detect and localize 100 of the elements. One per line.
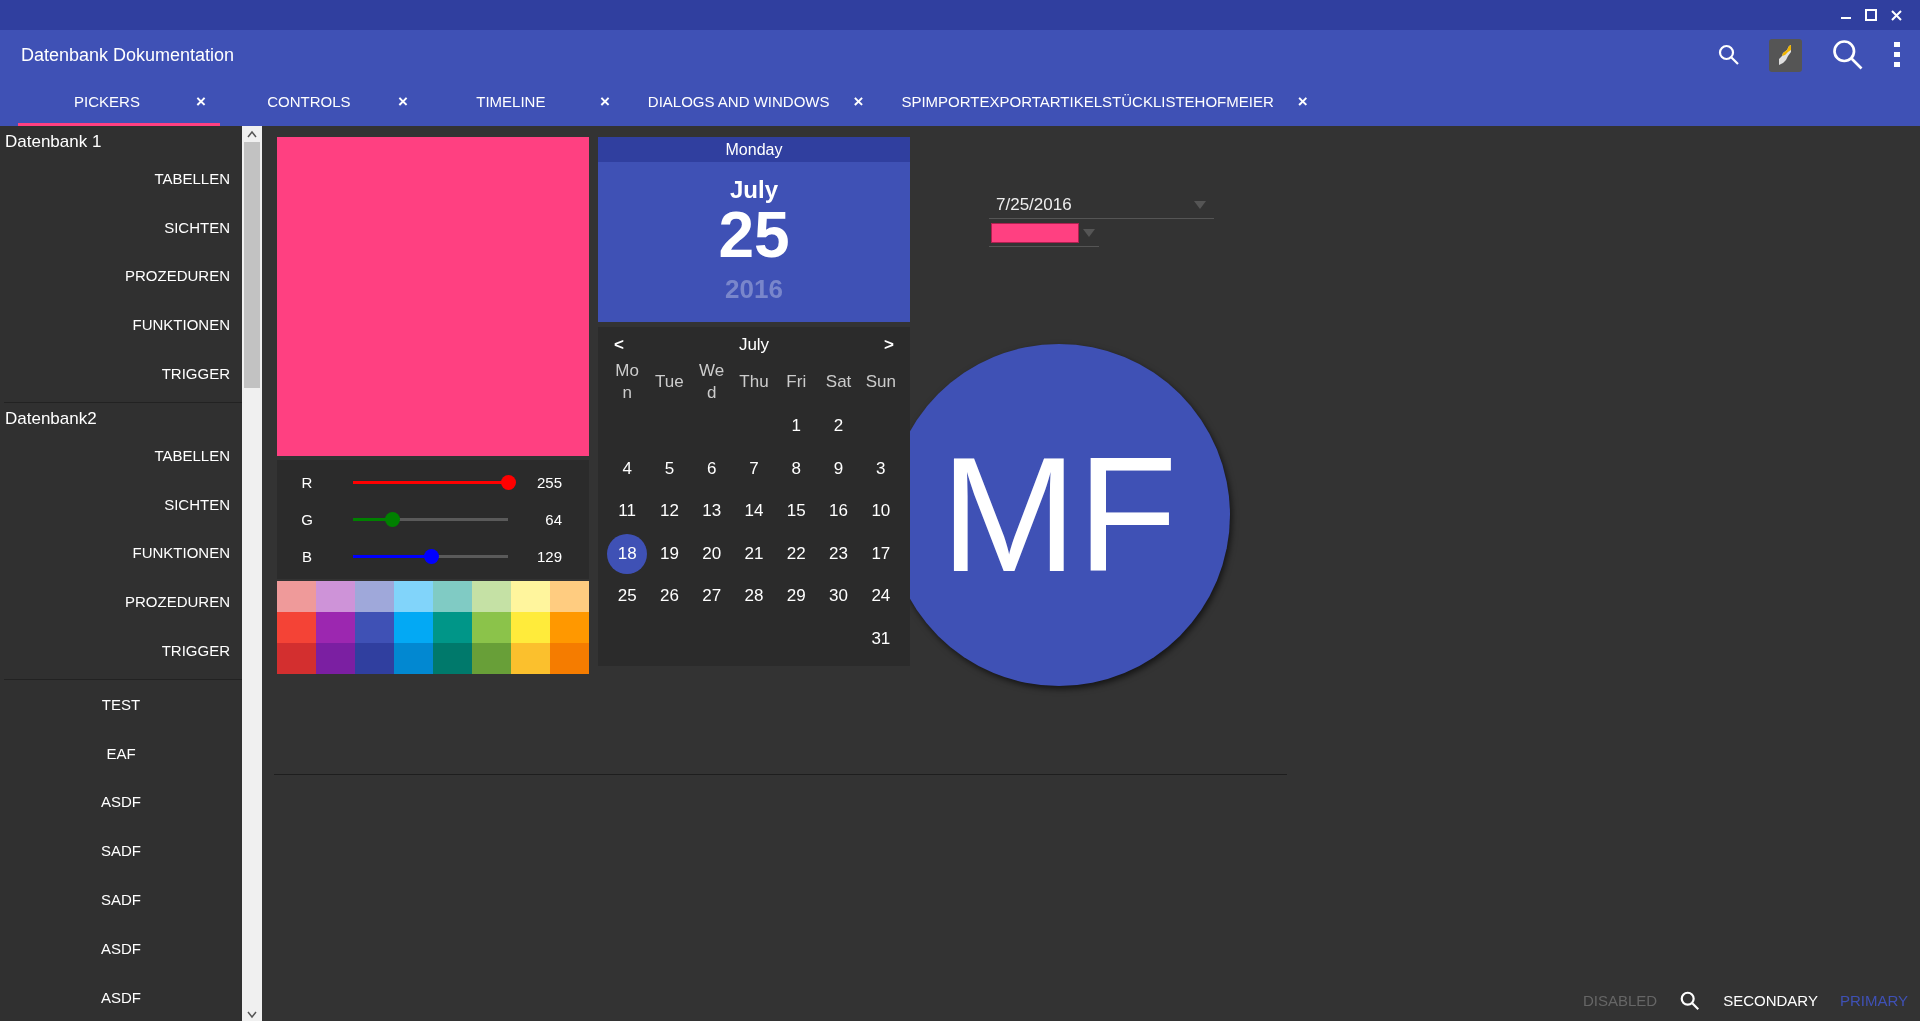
color-swatch[interactable]	[316, 643, 355, 674]
more-icon[interactable]	[1894, 42, 1900, 68]
calendar-day[interactable]: 11	[607, 491, 648, 532]
calendar-day[interactable]: 13	[691, 491, 732, 532]
sidebar-item[interactable]: TABELLEN	[154, 169, 230, 187]
color-swatch[interactable]	[316, 612, 355, 643]
sidebar-item[interactable]: ASDF	[101, 939, 141, 957]
calendar-day[interactable]: 4	[607, 448, 648, 489]
calendar-day[interactable]: 9	[818, 448, 859, 489]
color-swatch[interactable]	[550, 581, 589, 612]
tab-close[interactable]: ×	[397, 91, 408, 112]
slider-thumb[interactable]	[384, 512, 400, 527]
calendar-day[interactable]: 25	[607, 576, 648, 617]
color-swatch[interactable]	[433, 643, 472, 674]
calendar-day[interactable]: 24	[860, 576, 901, 617]
date-field[interactable]: 7/25/2016	[989, 191, 1214, 219]
calendar-day[interactable]: 28	[734, 576, 774, 617]
calendar-day[interactable]: 1	[776, 406, 817, 447]
scrollbar[interactable]	[242, 126, 262, 1021]
calendar-day[interactable]: 18	[607, 533, 648, 574]
sidebar-item[interactable]: TRIGGER	[161, 642, 230, 660]
tab-close[interactable]: ×	[196, 91, 206, 112]
sidebar-item[interactable]: TABELLEN	[154, 446, 230, 464]
sidebar-item[interactable]: PROZEDUREN	[125, 267, 230, 285]
calendar-day[interactable]: 8	[776, 448, 817, 489]
sidebar-item[interactable]: SICHTEN	[164, 495, 230, 513]
search-button[interactable]	[1679, 989, 1702, 1012]
color-swatch[interactable]	[550, 612, 589, 643]
scroll-up-icon[interactable]	[247, 130, 257, 138]
search-icon[interactable]	[1717, 43, 1741, 67]
color-swatch[interactable]	[511, 643, 550, 674]
color-swatch[interactable]	[511, 581, 550, 612]
calendar-day[interactable]: 29	[776, 576, 817, 617]
color-swatch[interactable]	[277, 643, 316, 674]
calendar-day[interactable]: 19	[649, 533, 690, 574]
calendar-day[interactable]: 30	[818, 576, 859, 617]
calendar-day[interactable]: 21	[734, 533, 774, 574]
color-swatch[interactable]	[355, 581, 394, 612]
color-swatch[interactable]	[394, 643, 433, 674]
scroll-thumb[interactable]	[244, 142, 260, 388]
color-swatch[interactable]	[511, 612, 550, 643]
tab[interactable]: CONTROLS ×	[219, 80, 422, 126]
sidebar-item[interactable]: SADF	[101, 891, 141, 909]
tab-close[interactable]: ×	[1297, 91, 1308, 112]
color-swatch[interactable]	[472, 643, 511, 674]
color-swatch[interactable]	[355, 643, 394, 674]
calendar-day[interactable]: 15	[776, 491, 817, 532]
sidebar-item[interactable]: SICHTEN	[164, 218, 230, 236]
color-swatch[interactable]	[550, 643, 589, 674]
color-swatch[interactable]	[277, 612, 316, 643]
calendar-day[interactable]: 6	[691, 448, 732, 489]
close-icon[interactable]	[1891, 9, 1902, 21]
slider-thumb[interactable]	[501, 475, 516, 490]
calendar-day[interactable]: 5	[649, 448, 690, 489]
sidebar-item[interactable]: TRIGGER	[161, 365, 230, 383]
maximize-icon[interactable]	[1865, 9, 1877, 21]
color-swatch[interactable]	[472, 612, 511, 643]
color-swatch[interactable]	[472, 581, 511, 612]
color-swatch[interactable]	[316, 581, 355, 612]
app-logo-icon[interactable]	[1769, 38, 1802, 72]
sidebar-item[interactable]: PROZEDUREN	[125, 593, 230, 611]
calendar-day[interactable]: 2	[818, 406, 859, 447]
sidebar-item[interactable]: EAF	[106, 744, 136, 762]
color-swatch[interactable]	[394, 612, 433, 643]
calendar-day[interactable]: 27	[691, 576, 732, 617]
calendar-day[interactable]: 22	[776, 533, 817, 574]
sidebar-item[interactable]: TEST	[101, 695, 141, 713]
tab[interactable]: DIALOGS AND WINDOWS ×	[623, 80, 878, 126]
color-swatch[interactable]	[355, 612, 394, 643]
calendar-day[interactable]: 10	[860, 491, 901, 532]
calendar-day[interactable]: 20	[691, 533, 732, 574]
color-swatch[interactable]	[433, 612, 472, 643]
calendar-day[interactable]: 16	[818, 491, 859, 532]
sidebar-item[interactable]: FUNKTIONEN	[132, 544, 230, 562]
color-swatch[interactable]	[433, 581, 472, 612]
color-swatch[interactable]	[394, 581, 433, 612]
sidebar-item[interactable]: FUNKTIONEN	[132, 316, 230, 334]
tab-close[interactable]: ×	[599, 91, 610, 112]
channel-value: 64	[544, 511, 562, 528]
slider-thumb[interactable]	[423, 549, 439, 564]
calendar-day[interactable]: 12	[649, 491, 690, 532]
tab[interactable]: SPIMPORTEXPORTARTIKELSTÜCKLISTEHOFMEIER ×	[877, 80, 1322, 126]
color-swatch[interactable]	[277, 581, 316, 612]
calendar-day[interactable]: 14	[734, 491, 774, 532]
scroll-down-icon[interactable]	[247, 1011, 257, 1019]
calendar-day[interactable]: 26	[649, 576, 690, 617]
calendar-day[interactable]: 3	[860, 448, 901, 489]
tab[interactable]: TIMELINE ×	[421, 80, 624, 126]
previous-month-button[interactable]: <	[614, 335, 624, 355]
calendar-day[interactable]: 17	[860, 533, 901, 574]
tab-close[interactable]: ×	[853, 91, 864, 112]
calendar-day[interactable]: 31	[860, 618, 901, 659]
sidebar-item[interactable]: ASDF	[101, 793, 141, 811]
sidebar-item[interactable]: SADF	[101, 842, 141, 860]
calendar-day[interactable]: 23	[818, 533, 859, 574]
secondary-button[interactable]: SECONDARY	[1723, 988, 1818, 1013]
next-month-button[interactable]: >	[884, 335, 894, 355]
year-text: 2016	[725, 274, 783, 305]
sidebar-item[interactable]: ASDF	[101, 988, 141, 1006]
calendar-day[interactable]: 7	[734, 448, 774, 489]
